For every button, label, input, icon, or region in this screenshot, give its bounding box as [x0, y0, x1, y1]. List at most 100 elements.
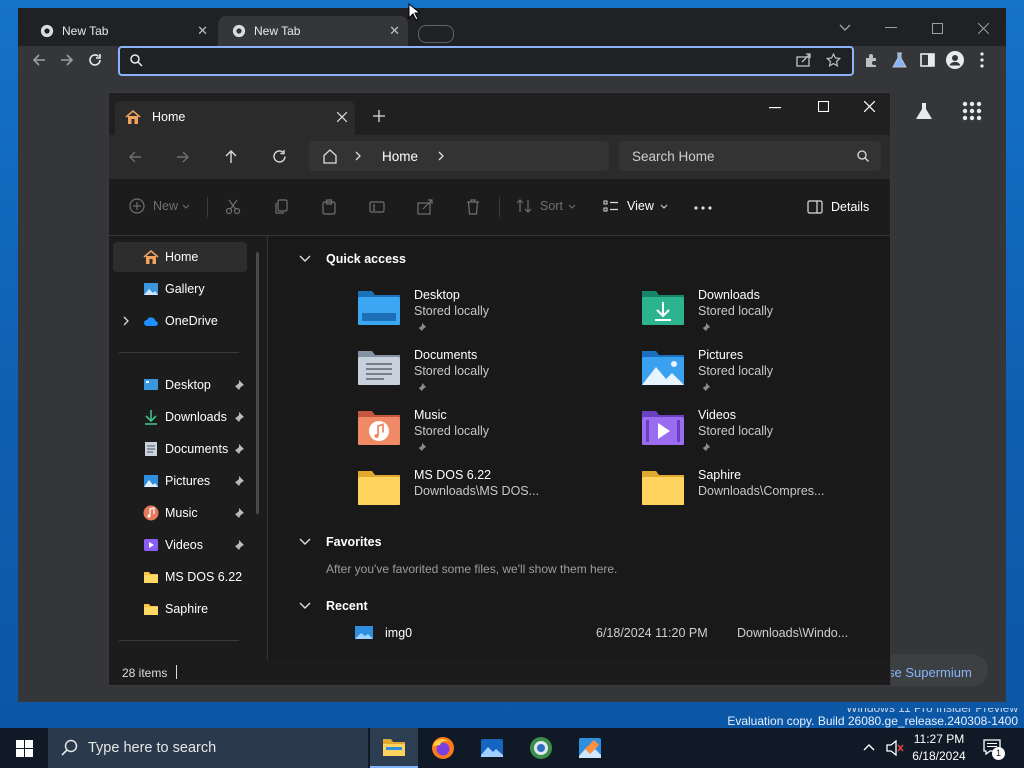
- notification-center-button[interactable]: 1: [980, 736, 1005, 760]
- pin-icon[interactable]: [233, 411, 245, 423]
- search-input[interactable]: Search Home: [619, 141, 881, 171]
- maximize-icon[interactable]: [818, 101, 829, 112]
- quick-access-saphire[interactable]: Saphire Downloads\Compres...: [641, 466, 881, 522]
- pin-icon[interactable]: [233, 379, 245, 391]
- supermium-side-button-label[interactable]: se Supermium: [888, 665, 972, 680]
- sidebar-item-saphire[interactable]: Saphire: [113, 594, 247, 624]
- address-breadcrumb[interactable]: Home: [309, 141, 609, 171]
- recent-header[interactable]: Recent: [298, 599, 368, 613]
- sidebar-scrollbar[interactable]: [256, 252, 259, 514]
- sidebar-item-music[interactable]: Music: [113, 498, 247, 528]
- clock[interactable]: 11:27 PM 6/18/2024: [908, 731, 970, 765]
- sidebar-item-desktop[interactable]: Desktop: [113, 370, 247, 400]
- pin-icon[interactable]: [233, 507, 245, 519]
- music-folder-icon: [358, 411, 400, 445]
- taskbar-browser-app[interactable]: [517, 728, 565, 768]
- quick-access-desktop[interactable]: Desktop Stored locally: [357, 286, 597, 342]
- sidebar-item-pictures[interactable]: Pictures: [113, 466, 247, 496]
- profile-avatar-icon[interactable]: [946, 51, 964, 69]
- sidebar-item-home[interactable]: Home: [113, 242, 247, 272]
- quick-access-header[interactable]: Quick access: [298, 252, 406, 266]
- pin-icon[interactable]: [233, 475, 245, 487]
- chrome-tab-2[interactable]: New Tab ✕: [218, 16, 408, 46]
- address-bar[interactable]: [118, 46, 854, 76]
- sort-button[interactable]: Sort: [516, 198, 576, 214]
- start-button[interactable]: [0, 728, 48, 768]
- up-icon[interactable]: [224, 149, 238, 164]
- maximize-icon[interactable]: [914, 14, 960, 42]
- quick-access-ms-dos[interactable]: MS DOS 6.22 Downloads\MS DOS...: [357, 466, 597, 522]
- close-tab-icon[interactable]: ✕: [197, 24, 208, 38]
- details-button[interactable]: Details: [807, 200, 869, 214]
- copy-icon[interactable]: [273, 199, 289, 215]
- quick-access-music[interactable]: Music Stored locally: [357, 406, 597, 462]
- forward-icon[interactable]: [176, 150, 190, 164]
- share-icon[interactable]: [796, 53, 812, 67]
- recent-row[interactable]: img0 6/18/2024 11:20 PM Downloads\Windo.…: [354, 624, 878, 642]
- more-options-icon[interactable]: [694, 206, 712, 210]
- desktop-folder-icon: [358, 291, 400, 325]
- delete-icon[interactable]: [465, 199, 481, 215]
- taskbar-photos[interactable]: [468, 728, 516, 768]
- refresh-icon[interactable]: [272, 149, 287, 164]
- sidebar-item-label: Desktop: [165, 378, 211, 392]
- sidebar-item-label: Saphire: [165, 602, 209, 616]
- pin-icon[interactable]: [233, 539, 245, 551]
- apps-grid-icon[interactable]: [962, 101, 982, 121]
- sidebar-item-onedrive[interactable]: OneDrive: [113, 306, 247, 336]
- menu-kebab-icon[interactable]: [980, 52, 984, 68]
- show-hidden-icons-chevron[interactable]: [863, 743, 875, 751]
- sidebar-item-videos[interactable]: Videos: [113, 530, 247, 560]
- quick-access-pictures[interactable]: Pictures Stored locally: [641, 346, 881, 402]
- chevron-right-icon[interactable]: [123, 316, 129, 326]
- sidebar-item-ms-dos[interactable]: MS DOS 6.22: [113, 562, 247, 592]
- back-icon[interactable]: [32, 53, 46, 67]
- taskbar-firefox[interactable]: [419, 728, 467, 768]
- new-tab-button[interactable]: [418, 25, 454, 43]
- quick-access-documents[interactable]: Documents Stored locally: [357, 346, 597, 402]
- add-tab-icon[interactable]: [373, 110, 385, 122]
- sidebar-item-documents[interactable]: Documents: [113, 434, 247, 464]
- explorer-tab-home[interactable]: Home: [115, 101, 355, 135]
- chevron-right-icon[interactable]: [438, 151, 444, 161]
- breadcrumb-home[interactable]: Home: [382, 149, 418, 164]
- photos-icon: [481, 739, 503, 757]
- side-panel-icon[interactable]: [920, 53, 935, 67]
- back-icon[interactable]: [128, 150, 142, 164]
- labs-flask-icon[interactable]: [914, 101, 934, 121]
- extensions-icon[interactable]: [864, 53, 879, 68]
- new-button[interactable]: New: [129, 198, 190, 214]
- minimize-icon[interactable]: [769, 107, 781, 109]
- quick-access-videos[interactable]: Videos Stored locally: [641, 406, 881, 462]
- sort-icon: [516, 199, 532, 213]
- taskbar-file-explorer[interactable]: [370, 728, 418, 768]
- close-window-icon[interactable]: [864, 101, 875, 112]
- sidebar-item-label: Pictures: [165, 474, 211, 488]
- rename-icon[interactable]: [369, 199, 385, 215]
- view-button[interactable]: View: [603, 198, 668, 214]
- labs-flask-icon[interactable]: [892, 52, 907, 68]
- minimize-icon[interactable]: [868, 14, 914, 42]
- tab-search-icon[interactable]: [822, 14, 868, 42]
- mouse-cursor-icon: [408, 3, 420, 21]
- quick-access-downloads[interactable]: Downloads Stored locally: [641, 286, 881, 342]
- close-tab-icon[interactable]: ✕: [389, 24, 400, 38]
- forward-icon[interactable]: [60, 53, 74, 67]
- favorites-header[interactable]: Favorites: [298, 535, 382, 549]
- taskbar-paint-app[interactable]: [566, 728, 614, 768]
- share-icon[interactable]: [417, 199, 433, 215]
- explorer-nav-bar: Home Search Home: [109, 135, 890, 179]
- chrome-tab-1[interactable]: New Tab ✕: [26, 16, 216, 46]
- pin-icon[interactable]: [233, 443, 245, 455]
- sidebar-item-gallery[interactable]: Gallery: [113, 274, 247, 304]
- cut-icon[interactable]: [225, 199, 241, 215]
- sidebar-item-downloads[interactable]: Downloads: [113, 402, 247, 432]
- close-window-icon[interactable]: [960, 14, 1006, 42]
- sidebar-item-label: Gallery: [165, 282, 205, 296]
- paste-icon[interactable]: [321, 199, 337, 215]
- reload-icon[interactable]: [88, 53, 102, 67]
- taskbar-search-box[interactable]: Type here to search: [48, 728, 368, 768]
- close-tab-icon[interactable]: [337, 112, 347, 122]
- volume-muted-icon[interactable]: [886, 740, 904, 756]
- bookmark-star-icon[interactable]: [826, 53, 841, 67]
